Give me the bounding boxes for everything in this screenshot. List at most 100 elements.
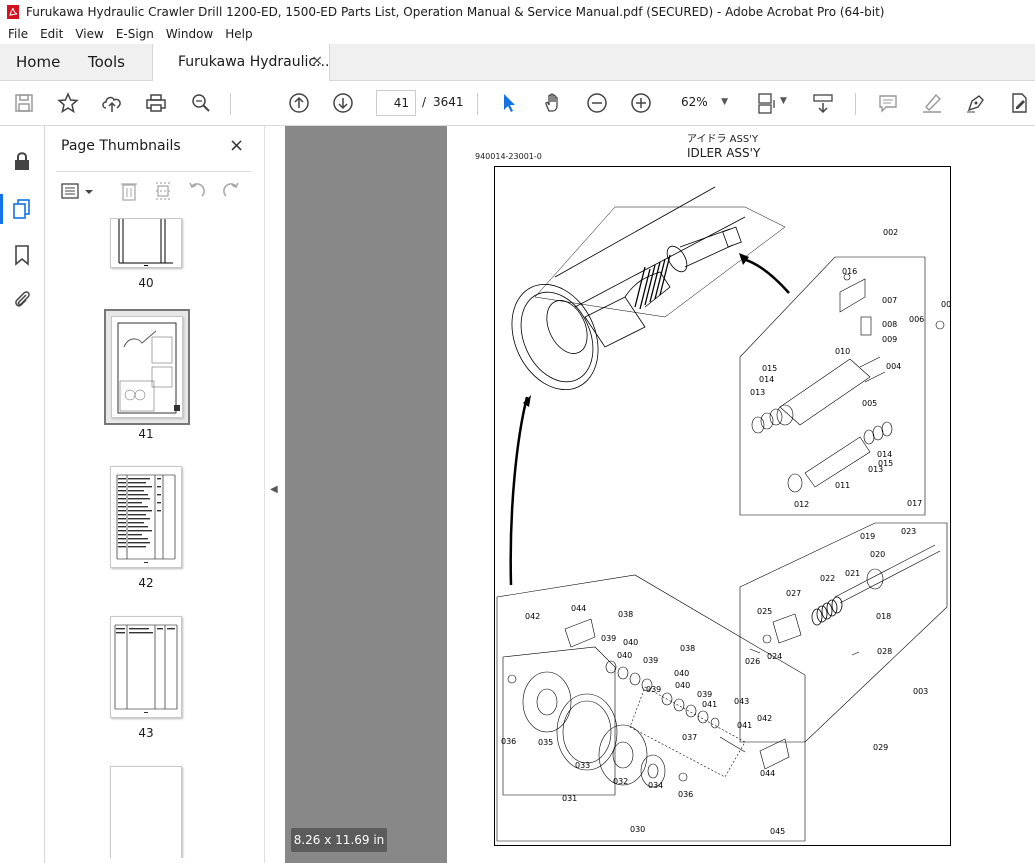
part-label: 011 [835, 481, 850, 490]
menu-file[interactable]: File [0, 27, 34, 41]
part-label: 040 [617, 651, 632, 660]
highlight-icon[interactable] [921, 92, 943, 114]
part-label: 025 [757, 607, 772, 616]
part-label: 005 [862, 399, 877, 408]
rotate-left-icon[interactable] [187, 180, 207, 202]
part-label: 037 [682, 733, 697, 742]
toolbar: 41 / 3641 62% ▼ ▼ [0, 81, 1035, 126]
part-label: 031 [562, 794, 577, 803]
part-label: 023 [901, 527, 916, 536]
thumbnail-panel: Page Thumbnails × 40 41 42 43 [46, 126, 304, 863]
previous-page-icon[interactable] [288, 92, 310, 114]
part-label: 029 [873, 743, 888, 752]
pdf-page: アイドラ ASS'Y IDLER ASS'Y 940014-23001-0 00… [447, 126, 1035, 863]
part-label: 039 [697, 690, 712, 699]
menu-window[interactable]: Window [160, 27, 219, 41]
part-label: 004 [886, 362, 901, 371]
part-label: 035 [538, 738, 553, 747]
diagram-frame: 001 002 003 004 005 006 007 008 009 010 011 012 013 0… [494, 166, 956, 846]
idler-wheel-drawing [511, 186, 786, 391]
tab-close-icon[interactable]: × [311, 53, 323, 69]
callout-arrows [509, 257, 790, 586]
part-label: 019 [860, 532, 875, 541]
thumbnail-page[interactable] [110, 766, 182, 858]
tab-tools[interactable]: Tools [88, 53, 125, 71]
part-label: 009 [882, 335, 897, 344]
active-indicator [0, 194, 3, 224]
tab-bar: Home Tools Furukawa Hydraulic... × [0, 44, 1035, 82]
part-label: 026 [745, 657, 760, 666]
part-label: 038 [680, 644, 695, 653]
part-label: 041 [702, 700, 717, 709]
part-label: 044 [571, 604, 586, 613]
attachment-icon[interactable] [11, 288, 33, 310]
comment-icon[interactable] [877, 92, 899, 114]
chevron-down-icon: ▼ [721, 97, 728, 107]
part-label: 008 [882, 320, 897, 329]
lock-icon[interactable] [11, 150, 33, 172]
sign-pen-icon[interactable] [965, 92, 987, 114]
diagram-part-number: 940014-23001-0 [475, 152, 542, 161]
zoom-search-icon[interactable] [190, 92, 212, 114]
scroll-mode-icon[interactable] [812, 92, 834, 114]
bookmark-star-icon[interactable] [57, 92, 79, 114]
panel-close-icon[interactable]: × [229, 135, 244, 156]
menu-edit[interactable]: Edit [34, 27, 69, 41]
chevron-down-icon[interactable]: ▼ [780, 96, 787, 106]
thumbnail-label: 40 [138, 276, 154, 290]
menu-view[interactable]: View [69, 27, 109, 41]
edit-pdf-icon[interactable] [1008, 92, 1030, 114]
toolbar-divider [855, 93, 856, 115]
rotate-right-icon[interactable] [221, 180, 241, 202]
exploded-parts-diagram: 001 002 003 004 005 006 007 008 009 010 011 012 013 0… [496, 186, 956, 842]
zoom-select[interactable]: 62% ▼ [672, 90, 734, 116]
tab-document[interactable]: Furukawa Hydraulic... × [152, 44, 330, 82]
cylinder-assembly-box [739, 256, 945, 516]
thumbnail-page[interactable] [110, 466, 182, 568]
part-label: 014 [877, 450, 892, 459]
select-cursor-icon[interactable] [498, 92, 520, 114]
page-display-icon[interactable] [756, 92, 778, 114]
diagram-title: IDLER ASS'Y [687, 146, 761, 160]
part-label: 036 [678, 790, 693, 799]
page-number-input[interactable]: 41 [376, 90, 416, 116]
part-label: 016 [842, 267, 857, 276]
tab-home[interactable]: Home [16, 53, 60, 71]
collapse-arrow-icon[interactable]: ◀ [270, 484, 278, 495]
thumbnail-page[interactable] [110, 616, 182, 718]
part-label: 015 [878, 459, 893, 468]
pages-icon[interactable] [11, 198, 33, 220]
bookmark-icon[interactable] [11, 244, 33, 266]
zoom-out-icon[interactable] [586, 92, 608, 114]
part-label: 045 [770, 827, 785, 836]
document-viewer[interactable]: アイドラ ASS'Y IDLER ASS'Y 940014-23001-0 00… [285, 126, 1035, 863]
part-label: 006 [909, 315, 924, 324]
part-label: 030 [630, 825, 645, 834]
thumbnail-page-selected[interactable] [111, 316, 183, 418]
part-label: 040 [675, 681, 690, 690]
part-label: 032 [613, 777, 628, 786]
page-separator: / [422, 95, 427, 109]
part-label: 041 [737, 721, 752, 730]
share-cloud-icon[interactable] [101, 92, 123, 114]
options-menu-icon[interactable] [61, 182, 97, 202]
part-label: 002 [883, 228, 898, 237]
part-label: 015 [762, 364, 777, 373]
menu-esign[interactable]: E-Sign [110, 27, 160, 41]
part-label: 018 [876, 612, 891, 621]
zoom-value: 62% [681, 95, 708, 109]
save-icon[interactable] [13, 92, 35, 114]
next-page-icon[interactable] [332, 92, 354, 114]
print-icon[interactable] [145, 92, 167, 114]
zoom-in-icon[interactable] [630, 92, 652, 114]
panel-collapse-bar[interactable]: ◀ [264, 126, 284, 863]
menu-help[interactable]: Help [219, 27, 258, 41]
part-label: 027 [786, 589, 801, 598]
page-total: 3641 [433, 95, 464, 109]
extract-icon[interactable] [153, 180, 173, 202]
hand-tool-icon[interactable] [542, 92, 564, 114]
part-label: 024 [767, 652, 782, 661]
thumbnail-page[interactable] [110, 218, 182, 268]
toolbar-divider [230, 93, 231, 115]
delete-icon[interactable] [119, 180, 139, 202]
